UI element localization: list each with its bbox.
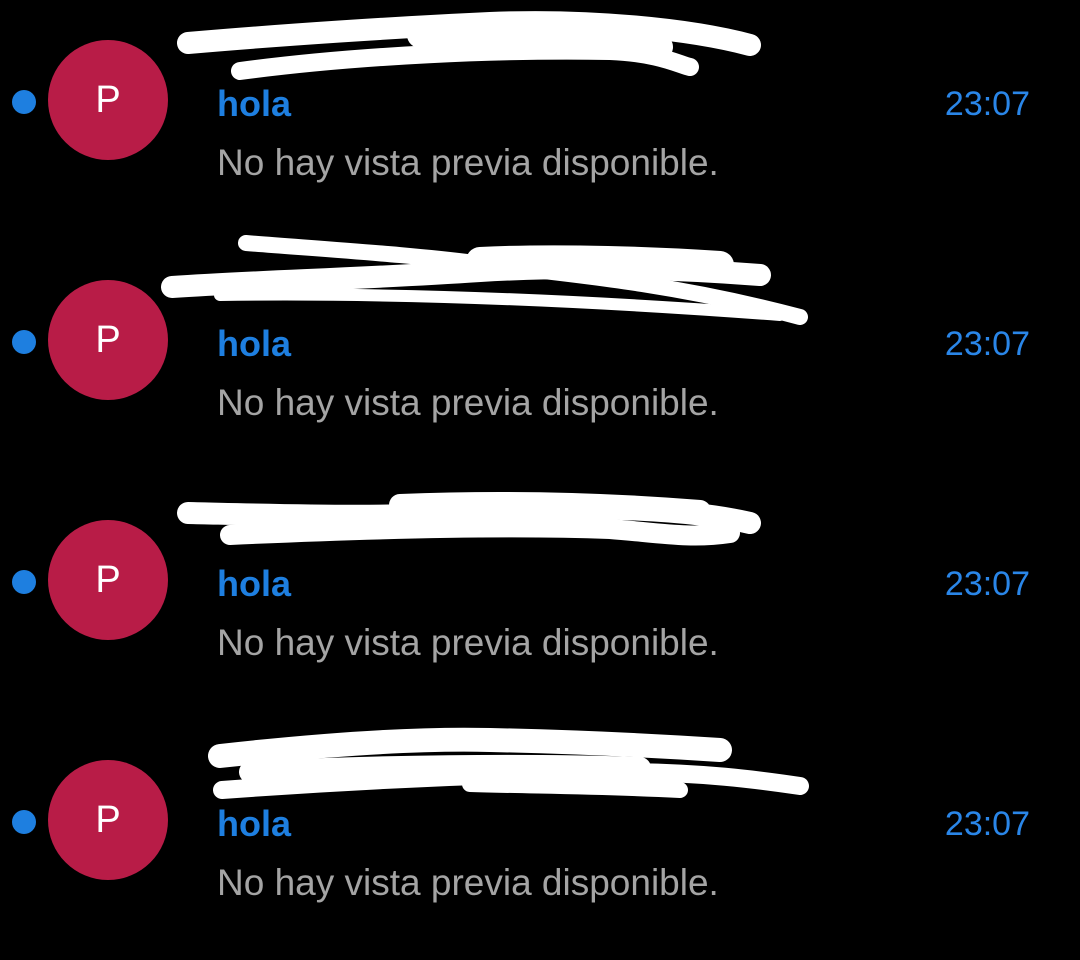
avatar[interactable]: P [48, 520, 168, 640]
message-list: P hola 23:07 No hay vista previa disponi… [0, 0, 1080, 922]
message-row[interactable]: P hola 23:07 No hay vista previa disponi… [0, 720, 1080, 960]
unread-indicator [12, 330, 36, 354]
unread-indicator [12, 570, 36, 594]
message-time: 23:07 [944, 85, 1030, 123]
message-subject: hola [217, 83, 292, 124]
message-preview: No hay vista previa disponible. [217, 142, 719, 183]
sender-redacted [160, 720, 820, 810]
unread-indicator [12, 810, 36, 834]
message-preview: No hay vista previa disponible. [217, 382, 719, 423]
sender-redacted [160, 235, 820, 325]
avatar[interactable]: P [48, 40, 168, 160]
unread-indicator [12, 90, 36, 114]
message-time: 23:07 [944, 565, 1030, 603]
avatar[interactable]: P [48, 760, 168, 880]
message-row[interactable]: P hola 23:07 No hay vista previa disponi… [0, 480, 1080, 720]
message-time: 23:07 [944, 325, 1030, 363]
message-row[interactable]: P hola 23:07 No hay vista previa disponi… [0, 235, 1080, 480]
message-subject: hola [217, 563, 292, 604]
message-preview: No hay vista previa disponible. [217, 862, 719, 903]
message-time: 23:07 [944, 805, 1030, 843]
message-subject: hola [217, 323, 292, 364]
message-row[interactable]: P hola 23:07 No hay vista previa disponi… [0, 0, 1080, 240]
message-preview: No hay vista previa disponible. [217, 622, 719, 663]
avatar[interactable]: P [48, 280, 168, 400]
message-subject: hola [217, 803, 292, 844]
